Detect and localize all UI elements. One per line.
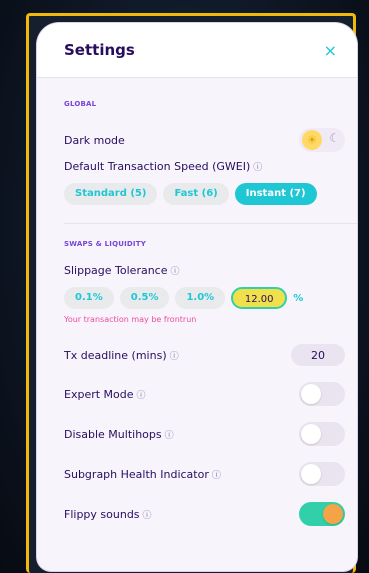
slippage-option-0-1[interactable]: 0.1%	[64, 287, 114, 309]
slippage-option-1-0[interactable]: 1.0%	[175, 287, 226, 309]
help-icon[interactable]: ⓘ	[143, 508, 152, 521]
slippage-label: Slippage Tolerance	[64, 264, 168, 277]
multihops-label: Disable Multihops	[64, 427, 162, 441]
deadline-row: Tx deadline (mins) ⓘ 20	[64, 344, 357, 366]
toggle-knob	[301, 384, 321, 404]
modal-title: Settings	[64, 41, 135, 59]
subgraph-row: Subgraph Health Indicator ⓘ	[64, 462, 357, 486]
slippage-row: Slippage Tolerance ⓘ	[64, 264, 357, 277]
slippage-unit: %	[293, 292, 304, 304]
speed-option-instant[interactable]: Instant (7)	[234, 183, 317, 205]
speed-option-fast[interactable]: Fast (6)	[163, 183, 229, 205]
expert-mode-toggle[interactable]	[299, 382, 345, 406]
speed-label: Default Transaction Speed (GWEI)	[64, 160, 251, 173]
dark-mode-row: Dark mode ☀ ☾	[64, 128, 357, 152]
slippage-options: 0.1% 0.5% 1.0% 12.00 %	[64, 287, 357, 309]
speed-option-standard[interactable]: Standard (5)	[64, 183, 158, 205]
deadline-input[interactable]: 20	[291, 344, 345, 366]
slippage-option-0-5[interactable]: 0.5%	[119, 287, 170, 309]
speed-options: Standard (5) Fast (6) Instant (7)	[64, 183, 357, 205]
flippy-row: Flippy sounds ⓘ	[64, 502, 357, 526]
dark-mode-toggle[interactable]: ☀ ☾	[299, 128, 345, 152]
help-icon[interactable]: ⓘ	[170, 349, 179, 362]
modal-header: Settings ×	[37, 23, 357, 78]
help-icon[interactable]: ⓘ	[253, 160, 262, 173]
flippy-label: Flippy sounds	[64, 507, 140, 521]
sun-icon: ☀	[302, 130, 322, 150]
help-icon[interactable]: ⓘ	[137, 388, 146, 401]
modal-body: GLOBAL Dark mode ☀ ☾ Default Transaction…	[37, 78, 357, 526]
toggle-knob	[301, 464, 321, 484]
subgraph-label: Subgraph Health Indicator	[64, 467, 209, 481]
flippy-toggle[interactable]	[299, 502, 345, 526]
speed-row: Default Transaction Speed (GWEI) ⓘ	[64, 160, 357, 173]
subgraph-toggle[interactable]	[299, 462, 345, 486]
deadline-label: Tx deadline (mins)	[64, 348, 167, 362]
toggle-knob	[301, 424, 321, 444]
settings-modal: Settings × GLOBAL Dark mode ☀ ☾ Default …	[37, 23, 357, 571]
expert-mode-row: Expert Mode ⓘ	[64, 382, 357, 406]
help-icon[interactable]: ⓘ	[165, 428, 174, 441]
slippage-warning: Your transaction may be frontrun	[64, 315, 197, 324]
dark-mode-label: Dark mode	[64, 133, 125, 147]
expert-mode-label: Expert Mode	[64, 387, 134, 401]
help-icon[interactable]: ⓘ	[212, 468, 221, 481]
slippage-input[interactable]: 12.00	[231, 287, 288, 309]
section-label-global: GLOBAL	[64, 100, 97, 108]
close-icon[interactable]: ×	[324, 41, 337, 60]
multihops-toggle[interactable]	[299, 422, 345, 446]
help-icon[interactable]: ⓘ	[171, 264, 180, 277]
section-label-swaps: SWAPS & LIQUIDITY	[64, 240, 146, 248]
moon-icon: ☾	[329, 131, 340, 145]
multihops-row: Disable Multihops ⓘ	[64, 422, 357, 446]
toggle-knob	[323, 504, 343, 524]
